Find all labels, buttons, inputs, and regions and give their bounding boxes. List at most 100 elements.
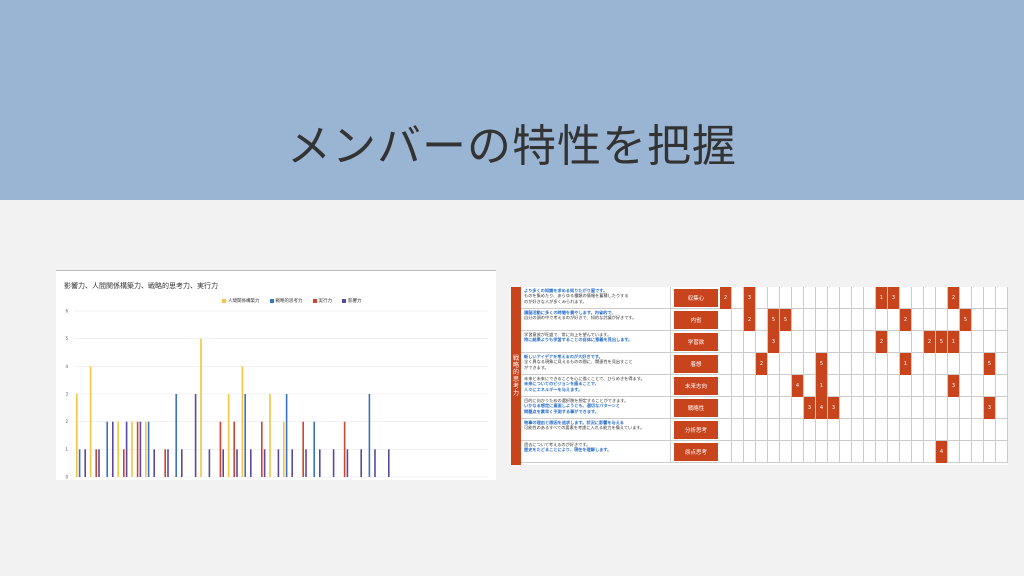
rank-cell: [792, 309, 804, 331]
rank-cell: [864, 397, 876, 419]
rank-cell: [840, 353, 852, 375]
rank-cell: [840, 287, 852, 309]
table-row: 未来と未来にできることを心に描くことで、ひらめきを得ます。 未来についてのビジョン…: [521, 375, 1008, 397]
rank-cell: [876, 397, 888, 419]
rank-cell: [804, 441, 816, 463]
rank-cell: 2: [756, 353, 768, 375]
rank-cell: [912, 309, 924, 331]
strength-label: 着想: [674, 355, 718, 373]
bar-chart: 0 1 2 3 4 5 6: [65, 309, 488, 480]
description-line: 問題点を素早く予測する事ができます。: [524, 408, 599, 414]
rank-cell: [840, 419, 852, 441]
rank-cell: [984, 419, 996, 441]
member-grid: 3433: [720, 397, 1008, 419]
bar: [98, 449, 100, 477]
rank-cell: [900, 419, 912, 441]
rank-cell: 4: [816, 397, 828, 419]
rank-cell: [888, 419, 900, 441]
strength-label: 未来志向: [674, 377, 718, 395]
rank-cell: [996, 309, 1008, 331]
bar: [241, 366, 244, 477]
rank-cell: [852, 397, 864, 419]
rank-cell: [996, 287, 1008, 309]
description-line: 可能性のあるすべての要素を考慮に入れる能力を備えています。: [524, 425, 645, 431]
rank-cell: [840, 331, 852, 353]
rank-cell: [792, 353, 804, 375]
rank-cell: [792, 331, 804, 353]
rank-cell: [732, 287, 744, 309]
rank-cell: 2: [924, 331, 936, 353]
rank-cell: [864, 287, 876, 309]
rank-cell: [912, 441, 924, 463]
rank-cell: 2: [900, 309, 912, 331]
member-grid: 23132: [720, 287, 1008, 309]
rank-cell: [840, 397, 852, 419]
bar: [360, 449, 362, 477]
rank-cell: [924, 353, 936, 375]
rank-cell: [876, 419, 888, 441]
y-tick-label: 3: [65, 392, 68, 397]
bar: [269, 394, 271, 477]
rank-cell: [720, 375, 732, 397]
rank-cell: 3: [948, 375, 960, 397]
bar: [125, 421, 128, 477]
rank-cell: [924, 397, 936, 419]
rank-cell: [732, 397, 744, 419]
bar: [283, 421, 285, 477]
rank-cell: [936, 287, 948, 309]
description-line: のが好きな人が多くみられます。: [524, 298, 587, 304]
rank-cell: 4: [936, 441, 948, 463]
rank-cell: [960, 287, 972, 309]
rank-cell: [912, 397, 924, 419]
bar: [131, 421, 133, 477]
rank-cell: [840, 441, 852, 463]
rank-cell: [828, 441, 840, 463]
rank-cell: 5: [780, 309, 792, 331]
rank-cell: [912, 353, 924, 375]
rank-cell: [732, 309, 744, 331]
bar: [106, 421, 108, 477]
bar: [139, 421, 142, 477]
table-row: 学習意欲が旺盛で、常に向上を望んでいます。 特に結果よりも学習することの自体に意義…: [521, 331, 1008, 353]
table-row: 頭脳活動に多くの時間を費やします。内省的で、 自分の頭の中で考えるのが好きで、知的…: [521, 309, 1008, 331]
strength-description: 学習意欲が旺盛で、常に向上を望んでいます。 特に結果よりも学習することの自体に意義…: [521, 331, 671, 353]
rank-cell: [720, 419, 732, 441]
rank-cell: [804, 331, 816, 353]
rank-cell: [960, 397, 972, 419]
rank-cell: [756, 419, 768, 441]
rank-cell: [984, 309, 996, 331]
rank-cell: [876, 353, 888, 375]
member-grid: 25525: [720, 309, 1008, 331]
rank-cell: 5: [816, 353, 828, 375]
bar: [175, 394, 177, 477]
member-grid: 2 5 1 5: [720, 353, 1008, 375]
rank-cell: 3: [744, 287, 756, 309]
rank-cell: [984, 287, 996, 309]
bar: [95, 449, 97, 477]
rank-cell: [924, 309, 936, 331]
rank-cell: [756, 331, 768, 353]
rank-cell: [996, 441, 1008, 463]
rank-cell: [744, 441, 756, 463]
rank-cell: [780, 375, 792, 397]
rank-cell: 2: [720, 287, 732, 309]
rank-cell: [732, 441, 744, 463]
rank-cell: [780, 441, 792, 463]
description-line: 歴史をたどることにより、現在を理解します。: [524, 447, 612, 453]
rank-cell: [768, 375, 780, 397]
bar: [76, 394, 78, 477]
strength-description: 未来と未来にできることを心に描くことで、ひらめきを得ます。 未来についてのビジョン…: [521, 375, 671, 397]
rank-cell: 5: [984, 353, 996, 375]
rank-cell: [744, 419, 756, 441]
bar: [136, 421, 139, 477]
bar: [123, 449, 125, 477]
rank-cell: [756, 287, 768, 309]
rank-cell: [996, 331, 1008, 353]
page-title: メンバーの特性を把握: [287, 121, 737, 172]
rank-cell: 3: [804, 397, 816, 419]
rank-cell: [888, 397, 900, 419]
rank-cell: [900, 441, 912, 463]
rank-cell: [912, 287, 924, 309]
rank-cell: [888, 375, 900, 397]
bar: [227, 394, 230, 477]
